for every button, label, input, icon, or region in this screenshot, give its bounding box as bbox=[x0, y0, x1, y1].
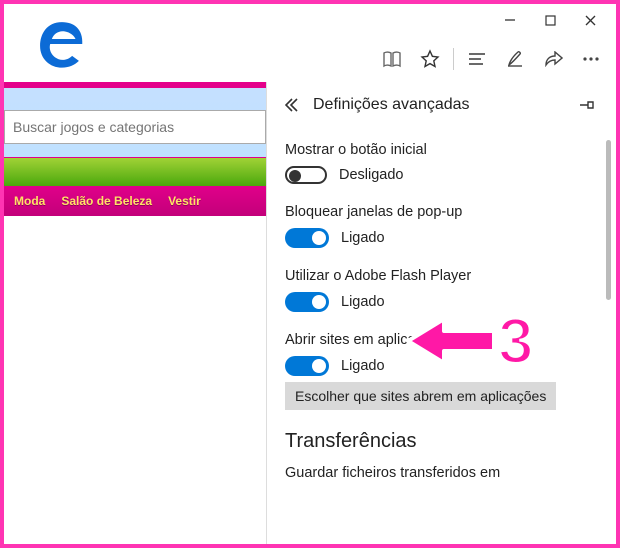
panel-scrollbar[interactable] bbox=[606, 140, 612, 536]
toggle-home-button[interactable] bbox=[285, 166, 327, 184]
toggle-popup-blocker[interactable] bbox=[285, 228, 329, 248]
toggle-open-in-apps[interactable] bbox=[285, 356, 329, 376]
nav-item-vestir[interactable]: Vestir bbox=[168, 194, 201, 208]
toggle-state-label: Desligado bbox=[339, 167, 404, 183]
setting-popup-blocker: Bloquear janelas de pop-up Ligado bbox=[285, 204, 594, 248]
maximize-button[interactable] bbox=[530, 6, 570, 34]
toggle-state-label: Ligado bbox=[341, 230, 385, 246]
setting-label: Utilizar o Adobe Flash Player bbox=[285, 268, 594, 284]
advanced-settings-panel: Definições avançadas Mostrar o botão ini… bbox=[266, 82, 616, 544]
hub-lines-icon[interactable] bbox=[460, 42, 494, 76]
edge-logo bbox=[30, 12, 94, 76]
close-button[interactable] bbox=[570, 6, 610, 34]
page-nav-strip: Moda Salão de Beleza Vestir bbox=[4, 186, 266, 216]
setting-flash-player: Utilizar o Adobe Flash Player Ligado bbox=[285, 268, 594, 312]
section-header-downloads: Transferências bbox=[285, 430, 594, 453]
nav-item-salao[interactable]: Salão de Beleza bbox=[61, 194, 152, 208]
minimize-button[interactable] bbox=[490, 6, 530, 34]
downloads-sublabel: Guardar ficheiros transferidos em bbox=[285, 465, 594, 481]
panel-title: Definições avançadas bbox=[313, 96, 470, 114]
choose-sites-button[interactable]: Escolher que sites abrem em aplicações bbox=[285, 382, 556, 410]
reading-view-icon[interactable] bbox=[375, 42, 409, 76]
setting-label: Abrir sites em aplicações bbox=[285, 332, 594, 348]
toolbar-separator bbox=[453, 48, 454, 70]
setting-home-button: Mostrar o botão inicial Desligado bbox=[285, 142, 594, 184]
more-dots-icon[interactable] bbox=[574, 42, 608, 76]
favorite-star-icon[interactable] bbox=[413, 42, 447, 76]
page-banner-grass bbox=[4, 158, 266, 186]
toggle-state-label: Ligado bbox=[341, 294, 385, 310]
setting-open-in-apps: Abrir sites em aplicações Ligado Escolhe… bbox=[285, 332, 594, 410]
toggle-flash-player[interactable] bbox=[285, 292, 329, 312]
setting-label: Bloquear janelas de pop-up bbox=[285, 204, 594, 220]
page-search-box[interactable] bbox=[4, 110, 266, 144]
web-note-pen-icon[interactable] bbox=[498, 42, 532, 76]
webpage-viewport: Moda Salão de Beleza Vestir bbox=[4, 82, 266, 544]
nav-item-moda[interactable]: Moda bbox=[14, 194, 45, 208]
toggle-state-label: Ligado bbox=[341, 358, 385, 374]
scrollbar-thumb[interactable] bbox=[606, 140, 611, 300]
panel-back-icon[interactable] bbox=[285, 98, 301, 112]
pin-icon[interactable] bbox=[578, 98, 594, 112]
share-icon[interactable] bbox=[536, 42, 570, 76]
page-banner-sky bbox=[4, 82, 266, 158]
page-search-input[interactable] bbox=[13, 119, 257, 135]
setting-label: Mostrar o botão inicial bbox=[285, 142, 594, 158]
